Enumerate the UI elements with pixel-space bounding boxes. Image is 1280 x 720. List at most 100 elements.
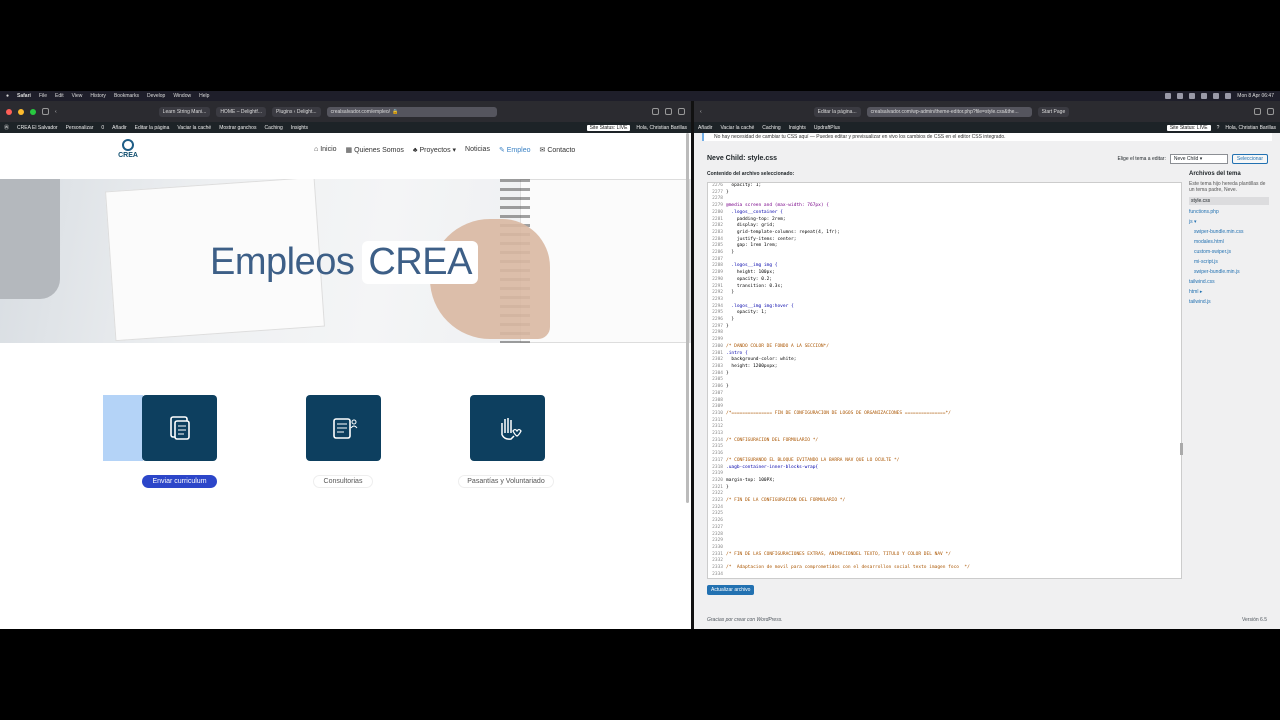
site-status-badge[interactable]: Site Status: LIVE — [1166, 124, 1211, 131]
wifi-icon[interactable] — [1213, 93, 1220, 99]
code-line[interactable]: 2334 — [708, 572, 1181, 578]
menu-file[interactable]: File — [39, 93, 47, 99]
nav-noticias[interactable]: Noticias — [465, 146, 490, 154]
tab-editar-pagina[interactable]: Editar la página... — [813, 106, 861, 117]
code-line[interactable]: 2299 — [708, 337, 1181, 344]
code-line[interactable]: 2300/* DANDO COLOR DE FONDO A LA SECCION… — [708, 344, 1181, 351]
code-line[interactable]: 2279 @media screen and (max-width: 767px)… — [708, 203, 1181, 210]
close-window-icon[interactable] — [6, 108, 12, 115]
menu-history[interactable]: History — [90, 93, 106, 99]
menu-window[interactable]: Window — [173, 93, 191, 99]
code-line[interactable]: 2303 height: 1200pxpx; — [708, 364, 1181, 371]
nav-quienes-somos[interactable]: ▦ Quienes Somos — [346, 146, 404, 154]
code-line[interactable]: 2315 — [708, 444, 1181, 451]
code-line[interactable]: 2312 — [708, 424, 1181, 431]
code-line[interactable]: 2281 padding-top: 2rem; — [708, 217, 1181, 224]
code-line[interactable]: 2319 — [708, 471, 1181, 478]
folder-html[interactable]: html ▸ — [1189, 289, 1269, 295]
wpbar-caching[interactable]: Caching — [762, 125, 780, 131]
code-line[interactable]: 2313 — [708, 431, 1181, 438]
code-line[interactable]: 2296 } — [708, 317, 1181, 324]
file-modales-html[interactable]: modales.html — [1189, 239, 1269, 245]
tab-home[interactable]: HOME – Delightf... — [216, 106, 266, 117]
code-line[interactable]: 2304} — [708, 371, 1181, 378]
code-line[interactable]: 2317/* CONFIGURANDO EL BLOQUE EVITANDO L… — [708, 458, 1181, 465]
code-line[interactable]: 2306} — [708, 384, 1181, 391]
code-line[interactable]: 2327 — [708, 525, 1181, 532]
tabs-overview-icon[interactable] — [678, 108, 685, 115]
file-swiper-bundle-css[interactable]: swiper-bundle.min.css — [1189, 229, 1269, 235]
volunteer-card[interactable] — [470, 395, 545, 461]
wpbar-user[interactable]: Hola, Christian Barillas — [1225, 125, 1276, 131]
tab-plugins[interactable]: Plugins ‹ Delight... — [272, 106, 321, 117]
code-line[interactable]: 2288 .logos__img img { — [708, 263, 1181, 270]
site-status-badge[interactable]: Site Status: LIVE — [586, 124, 631, 131]
code-line[interactable]: 2283 grid-template-columns: repeat(4, 1f… — [708, 230, 1181, 237]
code-line[interactable]: 2289 height: 100px; — [708, 270, 1181, 277]
new-tab-icon[interactable] — [1267, 108, 1274, 115]
wpbar-comments[interactable]: 0 — [101, 125, 104, 131]
wordpress-icon[interactable]: Ⓦ — [4, 124, 9, 131]
code-line[interactable]: 2321} — [708, 485, 1181, 492]
share-icon[interactable] — [652, 108, 659, 115]
apple-icon[interactable]: ● — [6, 93, 9, 99]
code-line[interactable]: 2331/* FIN DE LAS CONFIGURACIONES EXTRAS… — [708, 552, 1181, 559]
file-style-css[interactable]: style.css — [1189, 197, 1269, 205]
menu-app-name[interactable]: Safari — [17, 93, 31, 99]
code-line[interactable]: 2302 background-color: white; — [708, 357, 1181, 364]
code-line[interactable]: 2310/*=============== FIN DE CONFIGURACI… — [708, 411, 1181, 418]
tab-start-page[interactable]: Start Page — [1037, 106, 1070, 117]
file-tailwind-js[interactable]: tailwind.js — [1189, 299, 1269, 305]
wpbar-updraftplus[interactable]: UpdraftPlus — [814, 125, 840, 131]
code-line[interactable]: 2323/* FIN DE LA CONFIGURACION DEL FORMU… — [708, 498, 1181, 505]
help-icon[interactable]: ? — [1217, 125, 1220, 131]
status-icon[interactable] — [1177, 93, 1184, 99]
code-line[interactable]: 2297} — [708, 324, 1181, 331]
code-line[interactable]: 2293 — [708, 297, 1181, 304]
editor-scrollbar[interactable] — [1180, 443, 1183, 455]
theme-select[interactable]: Neve Child ▾ — [1169, 154, 1228, 164]
code-line[interactable]: 2314/* CONFIGURACION DEL FORMULARIO */ — [708, 438, 1181, 445]
wpbar-insights[interactable]: Insights — [789, 125, 806, 131]
sidebar-icon[interactable] — [42, 108, 49, 115]
nav-inicio[interactable]: ⌂ Inicio — [314, 146, 337, 154]
consultorias-card[interactable] — [306, 395, 381, 461]
code-line[interactable]: 2329 — [708, 538, 1181, 545]
folder-js[interactable]: js ▾ — [1189, 219, 1269, 225]
nav-empleo[interactable]: ✎ Empleo — [499, 146, 531, 154]
code-line[interactable]: 2307 — [708, 391, 1181, 398]
nav-contacto[interactable]: ✉ Contacto — [540, 146, 576, 154]
status-icon[interactable] — [1189, 93, 1196, 99]
curriculum-card[interactable] — [142, 395, 217, 461]
code-line[interactable]: 2291 transition: 0.3s; — [708, 284, 1181, 291]
minimize-window-icon[interactable] — [18, 108, 24, 115]
wpbar-edit-page[interactable]: Editar la página — [135, 125, 170, 131]
status-icon[interactable] — [1201, 93, 1208, 99]
tab-learn-string[interactable]: Learn String Mani... — [158, 106, 211, 117]
wpbar-show-hooks[interactable]: Mostrar ganchos — [219, 125, 256, 131]
share-icon[interactable] — [1254, 108, 1261, 115]
wpbar-clear-cache[interactable]: Vaciar la caché — [720, 125, 754, 131]
code-line[interactable]: 2316 — [708, 451, 1181, 458]
crea-logo[interactable]: CREA — [116, 139, 140, 159]
code-line[interactable]: 2295 opacity: 1; — [708, 310, 1181, 317]
wpbar-add[interactable]: Añadir — [112, 125, 126, 131]
code-line[interactable]: 2333/* Adaptacion de movil para comprome… — [708, 565, 1181, 572]
pasantias-button[interactable]: Pasantías y Voluntariado — [458, 475, 554, 488]
file-custom-swiper-js[interactable]: custom-swiper.js — [1189, 249, 1269, 255]
menu-help[interactable]: Help — [199, 93, 209, 99]
wpbar-caching[interactable]: Caching — [264, 125, 282, 131]
code-line[interactable]: 2280 .logos__container { — [708, 210, 1181, 217]
page-scrollbar[interactable] — [686, 133, 689, 503]
code-line[interactable]: 2320 margin-top: 100PX; — [708, 478, 1181, 485]
code-line[interactable]: 2305 — [708, 377, 1181, 384]
code-line[interactable]: 2330 — [708, 545, 1181, 552]
battery-icon[interactable] — [1225, 93, 1232, 99]
file-tailwind-css[interactable]: tailwind.css — [1189, 279, 1269, 285]
code-line[interactable]: 2309 — [708, 404, 1181, 411]
code-line[interactable]: 2292 } — [708, 290, 1181, 297]
code-line[interactable]: 2286 } — [708, 250, 1181, 257]
wpbar-site[interactable]: CREA El Salvador — [17, 125, 58, 131]
file-functions-php[interactable]: functions.php — [1189, 209, 1269, 215]
code-line[interactable]: 2298 — [708, 330, 1181, 337]
